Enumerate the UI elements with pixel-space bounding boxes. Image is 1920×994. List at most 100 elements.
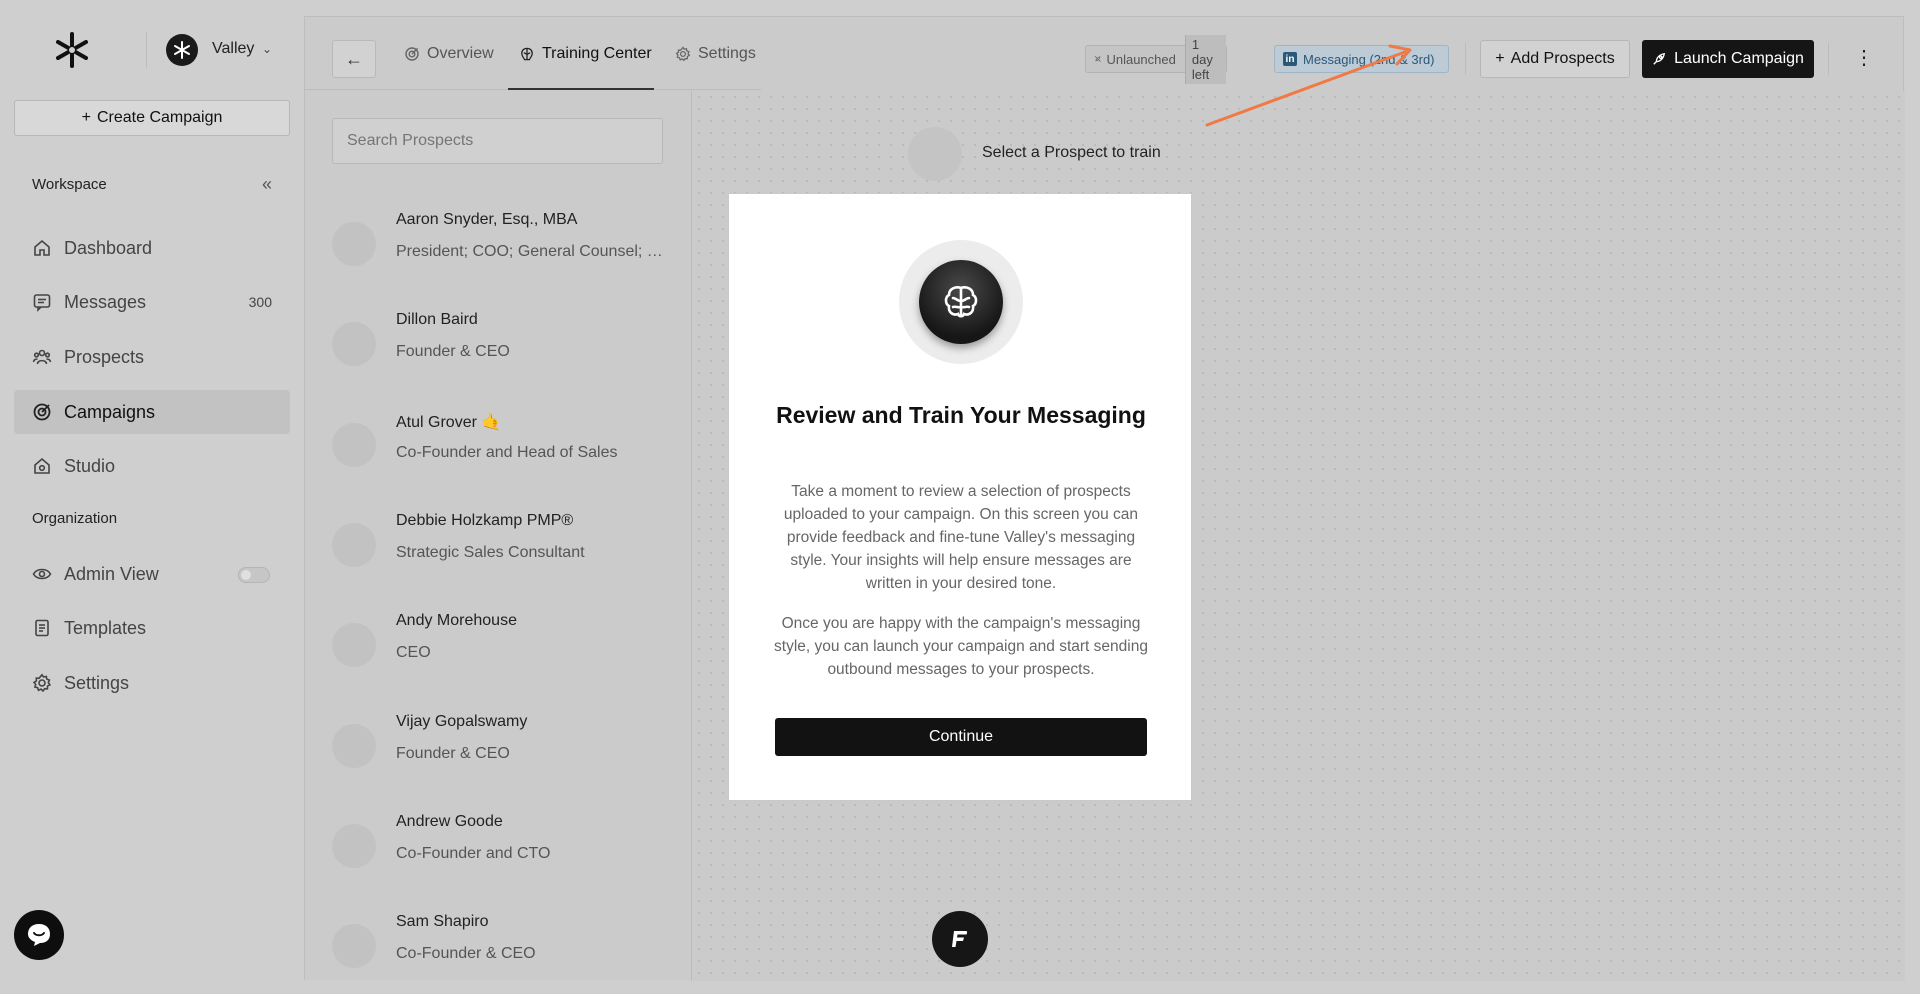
sidebar: Valley ⌄ + Create Campaign Workspace « D… bbox=[0, 0, 303, 994]
prospect-list-panel: Aaron Snyder, Esq., MBA President; COO; … bbox=[305, 91, 692, 981]
prospect-list-item[interactable]: Aaron Snyder, Esq., MBA President; COO; … bbox=[332, 207, 672, 287]
rocket-off-icon bbox=[1094, 55, 1101, 63]
home-icon bbox=[34, 239, 50, 256]
prospect-name: Dillon Baird bbox=[396, 311, 478, 328]
sidebar-item-label: Templates bbox=[64, 617, 147, 638]
admin-view-toggle[interactable] bbox=[238, 567, 270, 583]
tab-overview[interactable]: Overview bbox=[404, 17, 494, 91]
workspace-name[interactable]: Valley bbox=[212, 40, 254, 58]
plus-icon: + bbox=[1495, 50, 1505, 67]
sidebar-item-admin-view[interactable]: Admin View bbox=[14, 552, 290, 596]
linkedin-icon: in bbox=[1283, 52, 1297, 66]
campaign-header: ← Overview Training Center Settings Unla… bbox=[305, 17, 1905, 91]
continue-button[interactable]: Continue bbox=[775, 718, 1147, 756]
sidebar-item-prospects[interactable]: Prospects bbox=[14, 335, 290, 379]
more-options-icon[interactable]: ⋮ bbox=[1854, 45, 1874, 73]
people-icon bbox=[32, 349, 52, 365]
sidebar-item-label: Dashboard bbox=[64, 237, 153, 258]
sidebar-item-settings[interactable]: Settings bbox=[14, 661, 290, 705]
sidebar-item-label: Campaigns bbox=[64, 401, 156, 422]
back-button[interactable]: ← bbox=[332, 40, 376, 78]
target-icon bbox=[33, 403, 51, 421]
prospect-title: Co-Founder and CTO bbox=[396, 845, 551, 862]
prospect-list-item[interactable]: Andrew Goode Co-Founder and CTO bbox=[332, 809, 672, 889]
sidebar-item-label: Messages bbox=[64, 291, 147, 312]
prospect-name: Aaron Snyder, Esq., MBA bbox=[396, 211, 578, 228]
prospect-list-item[interactable]: Debbie Holzkamp PMP® Strategic Sales Con… bbox=[332, 508, 672, 588]
prospect-list-item[interactable]: Dillon Baird Founder & CEO bbox=[332, 307, 672, 387]
workspace-section-label: Workspace bbox=[32, 176, 107, 193]
avatar bbox=[332, 824, 376, 868]
avatar bbox=[332, 623, 376, 667]
prospect-title: Co-Founder & CEO bbox=[396, 945, 536, 962]
status-badge: Unlaunched 1 day left bbox=[1085, 34, 1227, 84]
tab-training-center[interactable]: Training Center bbox=[519, 17, 652, 91]
prospect-title: CEO bbox=[396, 644, 431, 661]
sidebar-item-campaigns[interactable]: Campaigns bbox=[14, 390, 290, 434]
avatar bbox=[908, 127, 962, 181]
channel-label: Messaging (2nd & 3rd) bbox=[1303, 51, 1435, 67]
training-intro-modal: Review and Train Your Messaging Take a m… bbox=[728, 193, 1192, 801]
workspace-avatar[interactable] bbox=[166, 34, 198, 66]
sidebar-item-messages[interactable]: Messages 300 bbox=[14, 280, 290, 324]
header-divider bbox=[1465, 43, 1466, 75]
prospect-list-item[interactable]: Andy Morehouse CEO bbox=[332, 608, 672, 688]
valley-logo-icon[interactable] bbox=[52, 30, 92, 70]
brain-icon bbox=[521, 47, 533, 61]
valley-mark-icon bbox=[174, 41, 190, 59]
gear-icon bbox=[32, 673, 52, 693]
eye-icon bbox=[32, 568, 52, 580]
prospect-list-item[interactable]: Vijay Gopalswamy Founder & CEO bbox=[332, 709, 672, 789]
brand-divider bbox=[146, 32, 147, 68]
launch-campaign-label: Launch Campaign bbox=[1674, 50, 1804, 67]
prospect-name: Debbie Holzkamp PMP® bbox=[396, 512, 574, 529]
avatar bbox=[332, 523, 376, 567]
header-divider bbox=[1828, 43, 1829, 75]
gear-icon bbox=[675, 46, 691, 62]
feedback-button[interactable] bbox=[932, 911, 988, 967]
launch-campaign-button[interactable]: Launch Campaign bbox=[1642, 40, 1814, 78]
chat-icon bbox=[28, 924, 50, 946]
status-label: Unlaunched bbox=[1106, 51, 1176, 67]
empty-state-text: Select a Prospect to train bbox=[982, 144, 1161, 161]
arrow-left-icon: ← bbox=[345, 48, 363, 69]
prospect-name: Vijay Gopalswamy bbox=[396, 713, 528, 730]
prospect-title: Founder & CEO bbox=[396, 343, 510, 360]
create-campaign-label: Create Campaign bbox=[96, 109, 223, 126]
sidebar-item-dashboard[interactable]: Dashboard bbox=[14, 226, 290, 270]
sidebar-item-label: Admin View bbox=[64, 563, 159, 584]
sidebar-item-label: Prospects bbox=[64, 346, 145, 367]
time-left-label: 1 day left bbox=[1184, 34, 1226, 84]
prospect-list-item[interactable]: Atul Grover 🤙 Co-Founder and Head of Sal… bbox=[332, 408, 672, 488]
sidebar-item-studio[interactable]: Studio bbox=[14, 444, 290, 488]
avatar bbox=[332, 924, 376, 968]
channel-badge[interactable]: in Messaging (2nd & 3rd) bbox=[1274, 45, 1449, 73]
modal-title: Review and Train Your Messaging bbox=[776, 402, 1146, 428]
avatar bbox=[332, 222, 376, 266]
modal-icon-container bbox=[899, 240, 1023, 364]
document-icon bbox=[35, 619, 49, 637]
search-prospects-input[interactable] bbox=[332, 118, 663, 164]
avatar bbox=[332, 724, 376, 768]
prospect-title: President; COO; General Counsel; Co... bbox=[396, 243, 672, 260]
tab-label: Settings bbox=[698, 45, 756, 62]
tab-label: Overview bbox=[427, 45, 494, 62]
prospect-title: Founder & CEO bbox=[396, 745, 510, 762]
tab-settings[interactable]: Settings bbox=[675, 17, 756, 91]
support-chat-button[interactable] bbox=[14, 910, 64, 960]
target-icon bbox=[405, 47, 419, 61]
collapse-sidebar-icon[interactable]: « bbox=[262, 174, 272, 195]
prospect-name: Atul Grover 🤙 bbox=[396, 414, 502, 431]
active-tab-indicator bbox=[508, 88, 654, 90]
sidebar-item-label: Settings bbox=[64, 672, 130, 693]
sidebar-item-templates[interactable]: Templates bbox=[14, 606, 290, 650]
modal-description-secondary: Once you are happy with the campaign's m… bbox=[774, 615, 1148, 678]
messages-count-badge: 300 bbox=[248, 294, 272, 310]
add-prospects-button[interactable]: + Add Prospects bbox=[1480, 40, 1630, 78]
prospect-name: Andy Morehouse bbox=[396, 612, 517, 629]
create-campaign-button[interactable]: + Create Campaign bbox=[14, 100, 290, 136]
organization-section-label: Organization bbox=[32, 510, 118, 527]
prospect-list-item[interactable]: Sam Shapiro Co-Founder & CEO bbox=[332, 909, 672, 989]
chevron-down-icon[interactable]: ⌄ bbox=[262, 42, 272, 56]
add-prospects-label: Add Prospects bbox=[1510, 50, 1615, 67]
